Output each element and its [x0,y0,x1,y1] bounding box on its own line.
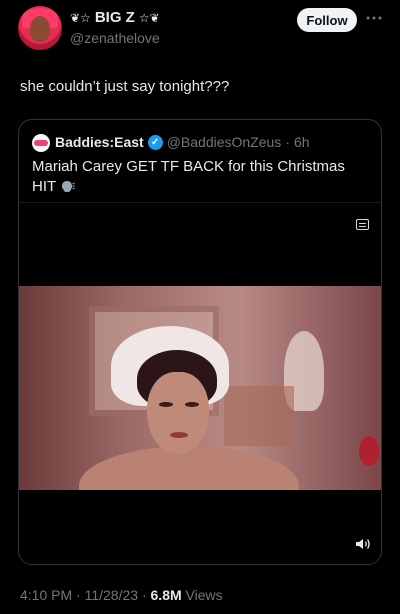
meta-separator: · [141,587,151,603]
person-lips [170,432,188,438]
person-shoulders [79,446,299,490]
quoted-handle[interactable]: @BaddiesOnZeus [167,134,282,150]
avatar-face [30,16,50,42]
person-eye-right [185,402,199,407]
author-display-name[interactable]: BIG Z [95,9,135,26]
author-name-row[interactable]: ❦☆ BIG Z ☆❦ [70,9,160,26]
quoted-display-name[interactable]: Baddies:East [55,134,144,150]
quoted-separator: · [285,134,290,150]
meta-separator: · [76,587,85,603]
author-avatar[interactable] [18,6,62,50]
video-player[interactable] [19,202,381,564]
person-eye-left [159,402,173,407]
follow-button[interactable]: Follow [297,8,357,32]
verified-badge-icon: ✓ [147,134,163,150]
background-ornament [359,436,379,466]
views-count: 6.8M [150,587,182,603]
views-label: Views [185,587,223,603]
quoted-text: Mariah Carey GET TF BACK for this Christ… [32,158,345,195]
quoted-tweet[interactable]: Baddies:East ✓ @BaddiesOnZeus · 6h Maria… [18,119,382,565]
name-decoration-left: ❦☆ [70,10,91,25]
tweet-text: she couldn’t just say tonight??? [20,78,230,95]
more-icon[interactable] [364,10,384,26]
author-handle[interactable]: @zenathelove [70,30,160,46]
tweet-date[interactable]: 11/28/23 [85,587,138,603]
person-face [147,372,209,454]
captions-icon[interactable] [356,219,369,230]
quoted-avatar[interactable] [32,134,50,152]
tweet-meta: 4:10 PM · 11/28/23 · 6.8M Views [20,587,223,603]
quoted-header: Baddies:East ✓ @BaddiesOnZeus · 6h [55,134,310,150]
background-shelf [224,386,294,446]
tweet-time[interactable]: 4:10 PM [20,587,72,603]
volume-icon[interactable] [355,537,371,551]
quoted-time[interactable]: 6h [294,134,310,150]
name-decoration-right: ☆❦ [138,10,160,25]
quoted-text-block: Mariah Carey GET TF BACK for this Christ… [32,157,370,197]
speaking-head-emoji-icon [62,181,76,192]
video-frame[interactable] [19,286,381,490]
